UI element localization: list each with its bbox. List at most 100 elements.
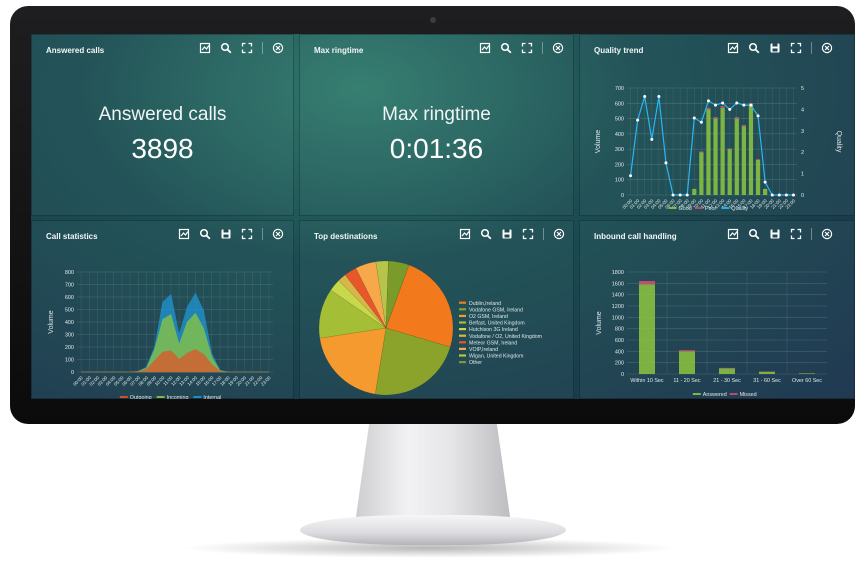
y2-tick-label: 4: [801, 107, 804, 113]
quality-point: [671, 193, 675, 197]
y-tick-label: 1200: [612, 304, 624, 310]
bar-poor: [741, 124, 746, 127]
bar-good: [763, 188, 768, 195]
close-circle-icon[interactable]: [821, 42, 833, 54]
quality-point: [643, 95, 647, 99]
save-icon[interactable]: [501, 228, 513, 240]
bar-answered: [759, 371, 775, 374]
y-tick-label: 0: [621, 372, 624, 378]
legend-swatch: [459, 347, 466, 350]
kpi-value: 0:01:36: [389, 133, 484, 164]
bar-answered: [719, 368, 735, 374]
legend-swatch: [459, 361, 466, 364]
legend-swatch: [459, 314, 466, 317]
expand-icon[interactable]: [241, 42, 253, 54]
quality-point: [706, 99, 710, 103]
quality-trend-chart: 700 600 500 400 300 200 100 0 5 4 3 2 1 0 Volume Qualit…: [595, 86, 842, 212]
legend-label: Meteor GSM, Ireland: [469, 340, 517, 346]
y2-axis-title: Quality: [835, 131, 842, 153]
bar-poor: [699, 151, 704, 153]
y2-tick-label: 3: [801, 129, 804, 135]
bar-poor: [706, 107, 711, 110]
expand-icon[interactable]: [790, 228, 802, 240]
panel-toolbar: [459, 228, 565, 240]
panel-title: Answered calls: [46, 46, 105, 55]
close-circle-icon[interactable]: [272, 42, 284, 54]
legend-label: Outgoing: [130, 395, 152, 399]
search-icon[interactable]: [748, 228, 760, 240]
search-icon[interactable]: [500, 42, 512, 54]
y-tick-label: 200: [615, 361, 624, 367]
y2-tick-label: 2: [801, 150, 804, 156]
panel-title: Top destinations: [314, 232, 378, 241]
quality-trend-panel: Quality trend 700 600 500 400 300 200 100 0 5 4 3 2…: [579, 34, 855, 216]
chart-type-icon[interactable]: [178, 228, 190, 240]
panel-title: Max ringtime: [314, 46, 364, 55]
y-tick-label: 1400: [612, 293, 624, 299]
expand-icon[interactable]: [521, 42, 533, 54]
inbound-call-handling-panel: Inbound call handling 1800 1600 1400 1200 10…: [579, 220, 855, 399]
expand-icon[interactable]: [241, 228, 253, 240]
quality-point: [791, 193, 795, 197]
search-icon[interactable]: [220, 42, 232, 54]
bar-good: [692, 188, 697, 195]
quality-point: [728, 107, 732, 111]
legend-label: Wigan, United Kingdom: [469, 354, 524, 360]
x-tick-label: 31 - 60 Sec: [753, 378, 781, 384]
y-tick-label: 500: [65, 308, 74, 314]
panel-title: Inbound call handling: [594, 232, 677, 241]
bar-good: [755, 159, 761, 195]
toolbar-divider: [543, 228, 544, 240]
y-tick-label: 0: [621, 193, 624, 199]
chart-type-icon[interactable]: [727, 228, 739, 240]
close-circle-icon[interactable]: [821, 228, 833, 240]
legend-swatch: [459, 301, 466, 304]
quality-point: [749, 103, 753, 107]
y-tick-label: 800: [65, 270, 74, 276]
y-tick-label: 400: [615, 132, 624, 138]
search-icon[interactable]: [480, 228, 492, 240]
dashboard-screen: Answered calls Answered calls 3898 Max r…: [31, 34, 855, 399]
bar-poor: [713, 117, 718, 119]
search-icon[interactable]: [748, 42, 760, 54]
quality-point: [692, 116, 696, 120]
close-circle-icon[interactable]: [552, 42, 564, 54]
quality-point: [664, 161, 668, 165]
bar-good: [706, 109, 711, 195]
quality-point: [721, 101, 725, 105]
y-axis-title: Volume: [48, 310, 55, 333]
legend-label: Missed: [740, 392, 757, 398]
save-icon[interactable]: [769, 42, 781, 54]
toolbar-divider: [811, 42, 812, 54]
y-tick-label: 600: [615, 101, 624, 107]
y-tick-label: 800: [615, 327, 624, 333]
close-circle-icon[interactable]: [272, 228, 284, 240]
legend-swatch: [459, 354, 466, 357]
bar-good: [748, 104, 754, 195]
legend-label: Belfast, United Kingdom: [469, 321, 525, 327]
pie-slice: [319, 327, 387, 395]
quality-point: [735, 101, 739, 105]
close-circle-icon[interactable]: [553, 228, 565, 240]
chart-type-icon[interactable]: [727, 42, 739, 54]
y2-tick-label: 1: [801, 172, 804, 178]
legend-swatch: [459, 308, 466, 311]
chart-type-icon[interactable]: [459, 228, 471, 240]
monitor-stand-base: [300, 515, 566, 545]
save-icon[interactable]: [769, 228, 781, 240]
bar-answered: [639, 284, 655, 374]
quality-point: [742, 103, 746, 107]
legend-swatch: [459, 341, 466, 344]
bar-poor: [727, 148, 732, 150]
chart-type-icon[interactable]: [479, 42, 491, 54]
expand-icon[interactable]: [790, 42, 802, 54]
call-statistics-panel: Call statistics 800 700 600 500 400 300 200 100…: [31, 220, 294, 399]
chart-type-icon[interactable]: [199, 42, 211, 54]
y-tick-label: 400: [615, 349, 624, 355]
save-icon[interactable]: [220, 228, 232, 240]
y-tick-label: 600: [615, 338, 624, 344]
search-icon[interactable]: [199, 228, 211, 240]
y-tick-label: 600: [65, 295, 74, 301]
quality-point: [784, 193, 788, 197]
expand-icon[interactable]: [522, 228, 534, 240]
